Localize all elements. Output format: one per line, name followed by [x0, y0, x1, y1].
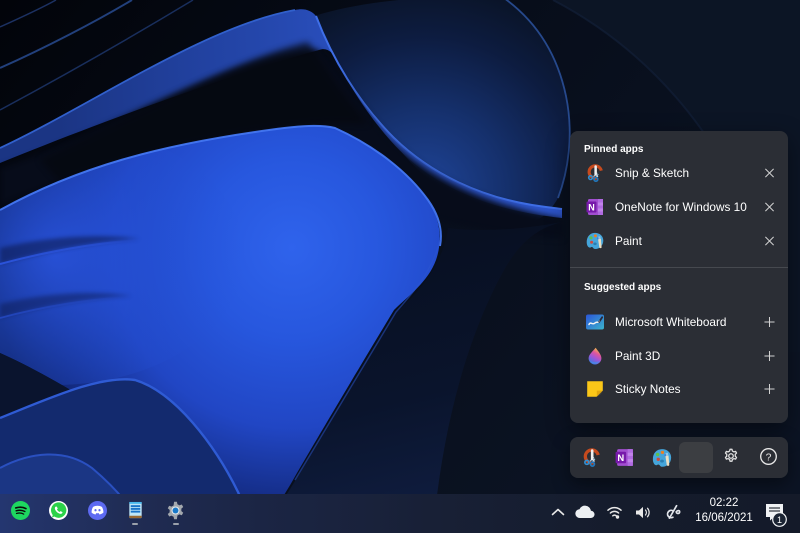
svg-text:1: 1 — [777, 515, 782, 525]
svg-text:?: ? — [766, 452, 772, 463]
svg-text:N: N — [617, 453, 624, 464]
svg-text:N: N — [588, 202, 595, 212]
